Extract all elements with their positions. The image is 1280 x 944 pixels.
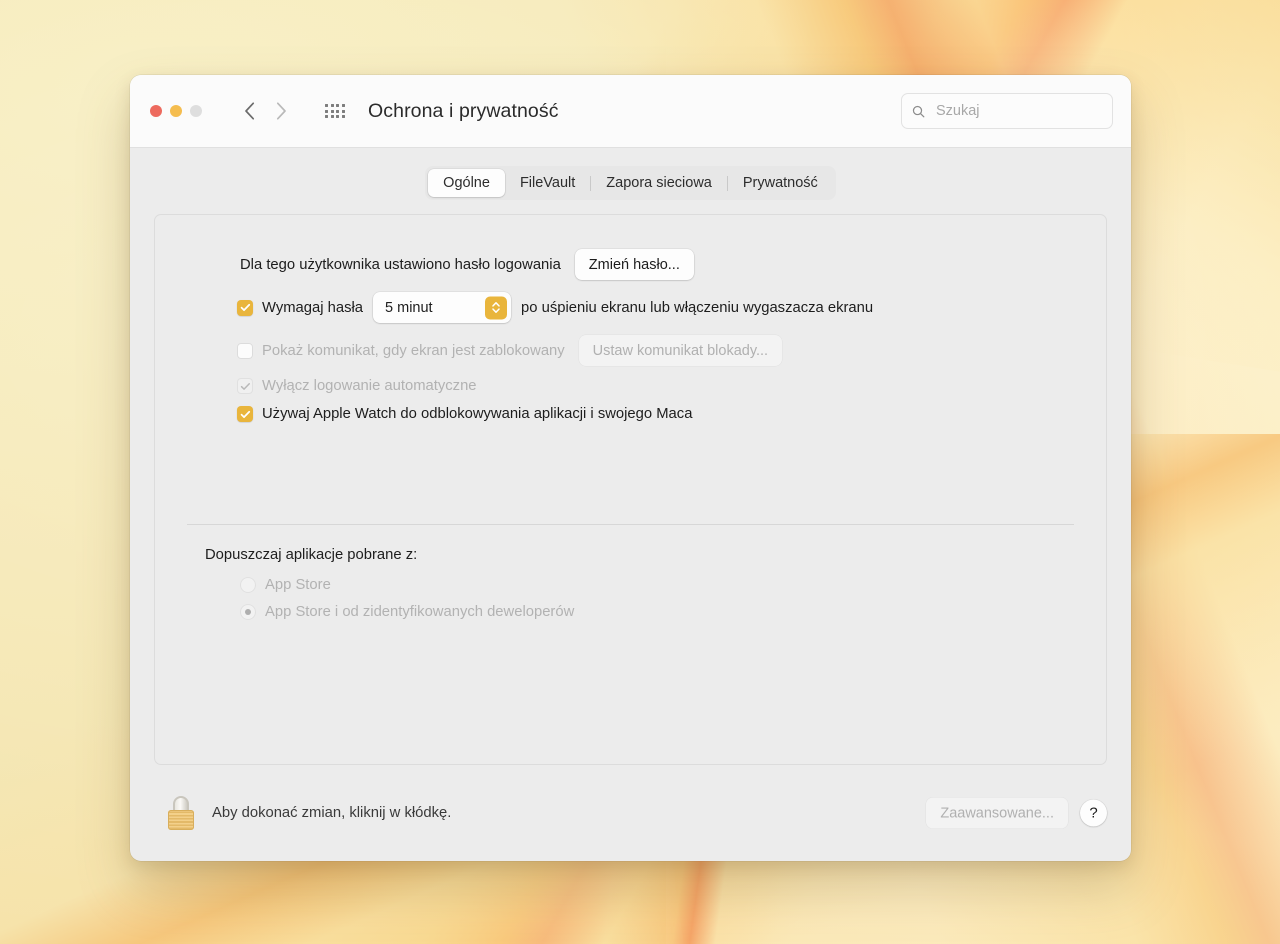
search-input[interactable] bbox=[934, 102, 1102, 120]
require-password-checkbox[interactable] bbox=[237, 300, 253, 316]
window-titlebar: Ochrona i prywatność bbox=[130, 75, 1131, 148]
show-lock-message-row: Pokaż komunikat, gdy ekran jest zablokow… bbox=[237, 335, 1066, 366]
require-password-row: Wymagaj hasła 5 minut po uśpieniu ekranu… bbox=[237, 292, 1066, 323]
require-password-suffix: po uśpieniu ekranu lub włączeniu wygasza… bbox=[521, 300, 873, 316]
change-password-button[interactable]: Zmień hasło... bbox=[575, 249, 694, 280]
grid-apps-icon bbox=[325, 104, 345, 118]
checkmark-icon bbox=[240, 381, 251, 392]
chevron-up-down-icon bbox=[491, 301, 501, 315]
system-preferences-window: Ochrona i prywatność Ogólne FileVault Za… bbox=[130, 75, 1131, 861]
traffic-light-group bbox=[150, 105, 202, 117]
chevron-left-icon bbox=[244, 102, 255, 120]
tab-zapora-sieciowa[interactable]: Zapora sieciowa bbox=[591, 169, 727, 197]
checkmark-icon bbox=[240, 302, 251, 313]
apple-watch-label: Używaj Apple Watch do odblokowywania apl… bbox=[262, 406, 692, 422]
show-lock-message-checkbox[interactable] bbox=[237, 343, 253, 359]
apple-watch-checkbox[interactable] bbox=[237, 406, 253, 422]
help-button[interactable]: ? bbox=[1080, 800, 1107, 827]
lock-body bbox=[168, 810, 194, 830]
navigation-buttons bbox=[236, 98, 294, 124]
tab-ogolne[interactable]: Ogólne bbox=[428, 169, 505, 197]
disable-auto-login-row: Wyłącz logowanie automatyczne bbox=[237, 378, 1066, 394]
zoom-button[interactable] bbox=[190, 105, 202, 117]
search-icon bbox=[912, 104, 925, 119]
lock-hint-text: Aby dokonać zmian, kliknij w kłódkę. bbox=[212, 805, 451, 821]
lock-closed-icon[interactable] bbox=[166, 796, 196, 830]
disable-auto-login-checkbox[interactable] bbox=[237, 378, 253, 394]
allow-apps-title: Dopuszczaj aplikacje pobrane z: bbox=[205, 547, 1066, 563]
set-lock-message-button[interactable]: Ustaw komunikat blokady... bbox=[579, 335, 782, 366]
radio-button[interactable] bbox=[240, 577, 256, 593]
tab-prywatnosc[interactable]: Prywatność bbox=[728, 169, 833, 197]
minimize-button[interactable] bbox=[170, 105, 182, 117]
allow-apps-option-app-store[interactable]: App Store bbox=[240, 577, 1066, 593]
chevron-right-icon bbox=[276, 102, 287, 120]
apple-watch-row: Używaj Apple Watch do odblokowywania apl… bbox=[237, 406, 1066, 422]
tab-filevault[interactable]: FileVault bbox=[505, 169, 590, 197]
password-delay-select[interactable]: 5 minut bbox=[373, 292, 511, 323]
window-title: Ochrona i prywatność bbox=[368, 100, 559, 123]
password-delay-value: 5 minut bbox=[385, 300, 433, 316]
allow-apps-option-label: App Store bbox=[265, 577, 331, 593]
allow-apps-option-app-store-identified-developers[interactable]: App Store i od zidentyfikowanych dewelop… bbox=[240, 604, 1066, 620]
tab-group: Ogólne FileVault Zapora sieciowa Prywatn… bbox=[425, 166, 836, 200]
show-all-button[interactable] bbox=[322, 98, 348, 124]
general-settings-panel: Dla tego użytkownika ustawiono hasło log… bbox=[154, 214, 1107, 765]
login-password-label: Dla tego użytkownika ustawiono hasło log… bbox=[240, 257, 561, 273]
login-password-row: Dla tego użytkownika ustawiono hasło log… bbox=[240, 249, 1066, 280]
require-password-label: Wymagaj hasła bbox=[262, 300, 363, 316]
window-footer: Aby dokonać zmian, kliknij w kłódkę. Zaa… bbox=[130, 765, 1131, 861]
password-delay-stepper[interactable] bbox=[485, 296, 507, 319]
advanced-button[interactable]: Zaawansowane... bbox=[926, 798, 1068, 829]
radio-button-selected[interactable] bbox=[240, 604, 256, 620]
radio-dot bbox=[245, 609, 251, 615]
show-lock-message-label: Pokaż komunikat, gdy ekran jest zablokow… bbox=[262, 343, 565, 359]
search-field[interactable] bbox=[901, 93, 1113, 129]
allow-apps-radio-group: App Store App Store i od zidentyfikowany… bbox=[240, 577, 1066, 620]
section-divider bbox=[187, 524, 1074, 525]
allow-apps-option-label: App Store i od zidentyfikowanych dewelop… bbox=[265, 604, 574, 620]
desktop-wallpaper: Ochrona i prywatność Ogólne FileVault Za… bbox=[0, 0, 1280, 944]
checkmark-icon bbox=[240, 409, 251, 420]
footer-actions: Zaawansowane... ? bbox=[926, 798, 1107, 829]
tab-bar: Ogólne FileVault Zapora sieciowa Prywatn… bbox=[154, 166, 1107, 200]
close-button[interactable] bbox=[150, 105, 162, 117]
back-button[interactable] bbox=[236, 98, 262, 124]
forward-button[interactable] bbox=[268, 98, 294, 124]
window-body: Ogólne FileVault Zapora sieciowa Prywatn… bbox=[130, 148, 1131, 765]
disable-auto-login-label: Wyłącz logowanie automatyczne bbox=[262, 378, 477, 394]
